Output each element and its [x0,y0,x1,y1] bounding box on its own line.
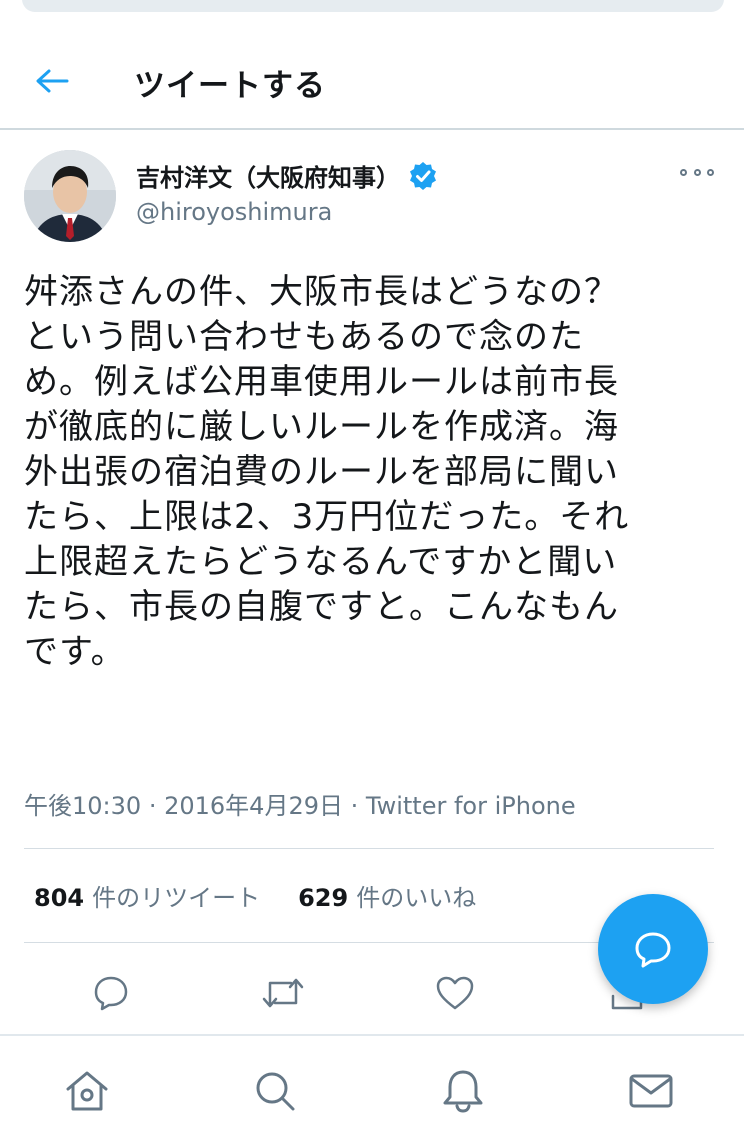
more-dot-icon [693,168,701,176]
meta-separator: · [350,792,359,820]
new-tweet-icon [635,932,671,968]
author-name-row[interactable]: 吉村洋文（大阪府知事） [136,158,438,193]
like-count-number: 629 [298,884,349,912]
home-icon [66,1071,108,1111]
more-dot-icon [680,168,687,176]
retweet-count-label: 件のリツイート [92,884,261,912]
display-name[interactable]: 吉村洋文（大阪府知事） [136,158,400,193]
tweet-time: 午後10:30 [24,792,142,820]
tab-notifications[interactable] [438,1066,488,1116]
retweet-button[interactable] [258,968,308,1018]
header: ツイートする [0,36,744,130]
retweet-icon [262,978,304,1008]
messages-icon [629,1074,673,1108]
tab-search[interactable] [250,1066,300,1116]
search-icon [256,1072,295,1111]
like-count[interactable]: 629 件のいいね [298,878,476,913]
retweet-count[interactable]: 804 件のリツイート [34,878,260,913]
bottom-tab-bar [0,1034,744,1137]
divider [24,848,714,849]
more-dot-icon [707,168,714,176]
like-button[interactable] [430,968,480,1018]
status-pill [22,0,724,12]
tab-messages[interactable] [626,1066,676,1116]
tweet-meta: 午後10:30 · 2016年4月29日 · Twitter for iPhon… [24,786,576,821]
like-icon [436,976,474,1010]
more-options-button[interactable] [680,162,714,182]
verified-badge-icon [410,161,436,190]
notifications-icon [443,1070,483,1113]
new-tweet-button[interactable] [598,894,708,1004]
arrow-left-icon [36,69,69,93]
tweet-stats: 804 件のリツイート 629 件のいいね [34,878,476,913]
avatar-image [24,150,116,242]
reply-icon [94,976,128,1011]
meta-separator: · [148,792,157,820]
like-count-label: 件のいいね [356,884,477,912]
tweet-date: 2016年4月29日 [164,792,343,820]
avatar[interactable] [24,150,116,242]
reply-button[interactable] [86,968,136,1018]
page-title: ツイートする [134,68,326,104]
top-strip [0,0,744,36]
back-button[interactable] [30,64,74,98]
tab-home[interactable] [62,1066,112,1116]
author-handle[interactable]: @hiroyoshimura [136,198,332,226]
retweet-count-number: 804 [34,884,85,912]
tweet-source-link[interactable]: Twitter for iPhone [366,792,576,820]
tweet-text: 舛添さんの件、大阪市長はどうなの？ という問い合わせもあるので念のた め。例えば… [24,272,630,672]
